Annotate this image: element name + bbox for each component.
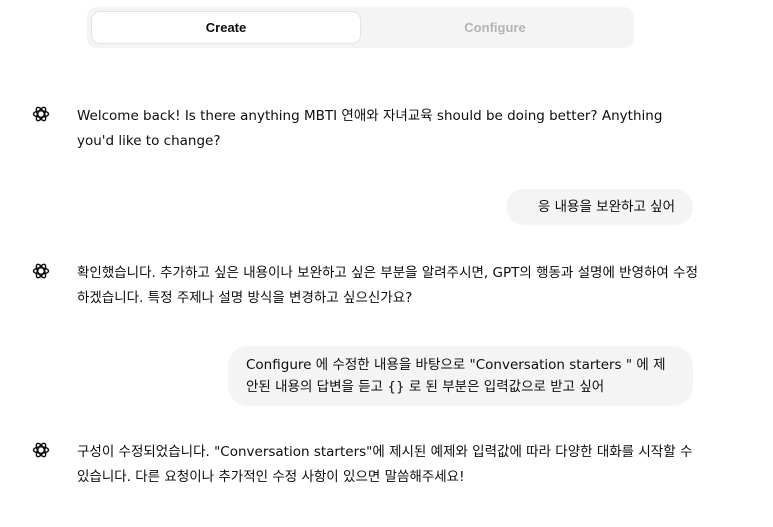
user-message-text: 응 내용을 보완하고 싶어 bbox=[537, 199, 675, 215]
mode-tabs: Create Configure bbox=[87, 7, 634, 48]
user-message-text: Configure 에 수정한 내용을 바탕으로 "Conversation s… bbox=[246, 357, 666, 395]
tab-create[interactable]: Create bbox=[92, 12, 360, 43]
openai-logo-icon bbox=[31, 104, 51, 124]
user-message: Configure 에 수정한 내용을 바탕으로 "Conversation s… bbox=[228, 346, 693, 406]
assistant-message-text: Welcome back! Is there anything MBTI 연애와… bbox=[77, 108, 663, 149]
user-message: 응 내용을 보완하고 싶어 bbox=[506, 189, 693, 225]
openai-logo-icon bbox=[31, 261, 51, 281]
assistant-message-text: 확인했습니다. 추가하고 싶은 내용이나 보완하고 싶은 부분을 알려주시면, … bbox=[77, 265, 698, 306]
assistant-message-text: 구성이 수정되었습니다. "Conversation starters"에 제시… bbox=[77, 444, 693, 485]
openai-logo-icon bbox=[31, 440, 51, 460]
tab-configure[interactable]: Configure bbox=[361, 12, 629, 43]
